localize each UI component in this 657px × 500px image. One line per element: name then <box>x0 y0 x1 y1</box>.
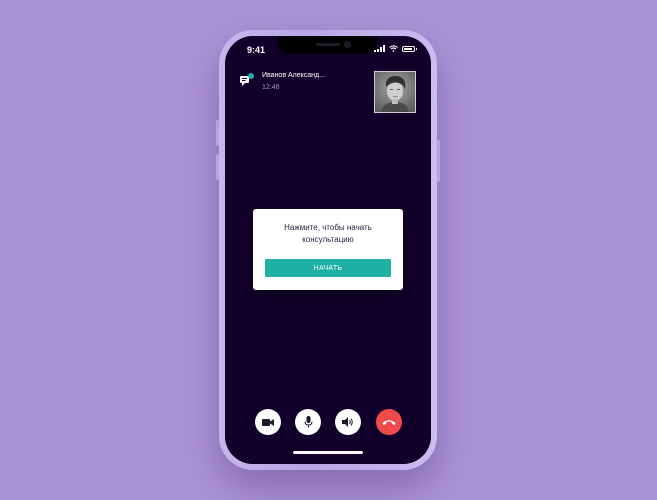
speaker-toggle-button[interactable] <box>335 409 361 435</box>
side-button <box>437 140 440 182</box>
start-button[interactable]: НАЧАТЬ <box>265 259 391 277</box>
phone-frame: 9:41 Иванов Александ... 12:48 Нажмите, ч… <box>216 30 440 470</box>
caller-name: Иванов Александ... <box>262 72 325 79</box>
battery-icon <box>402 45 417 52</box>
caller-info: Иванов Александ... 12:48 <box>239 72 325 91</box>
microphone-icon <box>304 416 312 428</box>
caller-text: Иванов Александ... 12:48 <box>262 72 325 91</box>
front-camera <box>344 41 351 48</box>
phone-screen: 9:41 Иванов Александ... 12:48 Нажмите, ч… <box>225 36 431 464</box>
volume-button <box>216 120 219 146</box>
speaker-icon <box>342 417 353 427</box>
status-icons <box>374 45 417 52</box>
end-call-icon <box>382 419 396 425</box>
dialog-message: Нажмите, чтобы начать консультацию <box>284 223 372 244</box>
unread-badge <box>248 73 254 79</box>
microphone-toggle-button[interactable] <box>295 409 321 435</box>
chat-icon[interactable] <box>239 73 254 88</box>
notch <box>278 36 378 54</box>
call-controls <box>225 409 431 435</box>
wifi-icon <box>389 45 398 52</box>
status-time: 9:41 <box>247 45 266 55</box>
signal-icon <box>374 45 385 52</box>
volume-button <box>216 154 219 180</box>
video-camera-icon <box>262 418 274 426</box>
call-timer: 12:48 <box>262 84 280 91</box>
start-consultation-dialog: Нажмите, чтобы начать консультацию НАЧАТ… <box>253 209 403 290</box>
end-call-button[interactable] <box>376 409 402 435</box>
status-bar: 9:41 <box>225 36 431 62</box>
home-indicator[interactable] <box>293 451 363 454</box>
video-toggle-button[interactable] <box>255 409 281 435</box>
self-video-preview[interactable] <box>374 71 416 113</box>
user-portrait-icon <box>375 72 415 112</box>
earpiece <box>316 43 340 46</box>
